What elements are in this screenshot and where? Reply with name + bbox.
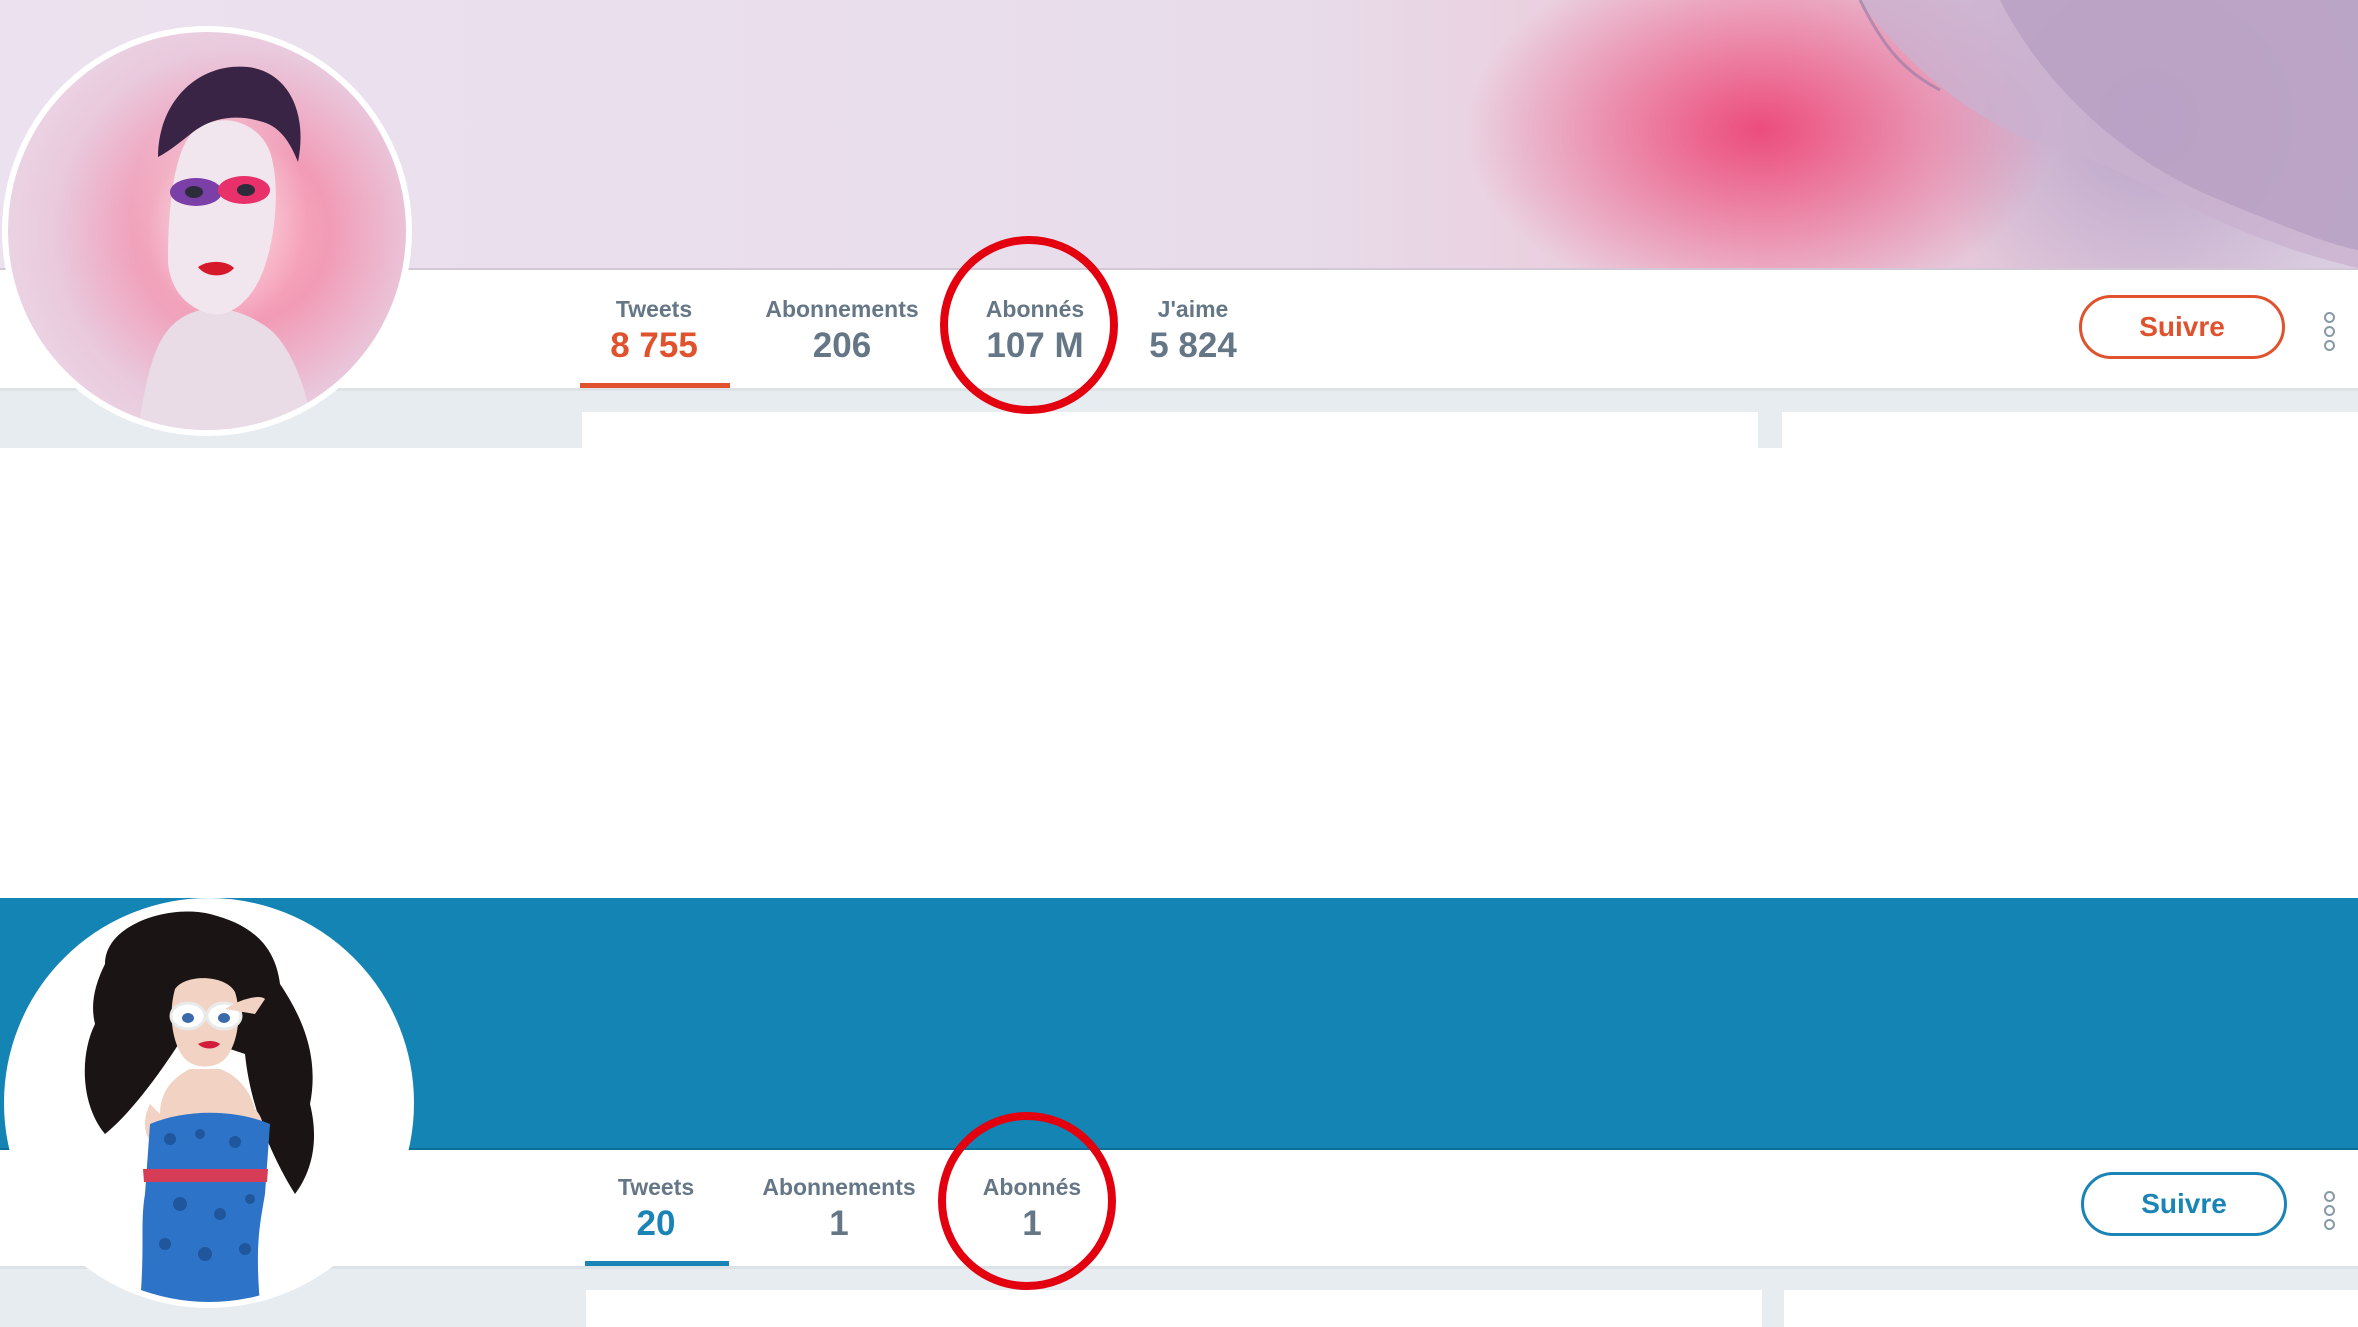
avatar-photo bbox=[138, 66, 313, 430]
sidebar-card bbox=[1782, 412, 2358, 448]
tab-label: J'aime bbox=[1157, 296, 1229, 322]
highlight-circle bbox=[938, 1112, 1116, 1290]
highlight-circle bbox=[940, 236, 1118, 414]
timeline-card bbox=[586, 1290, 1762, 1327]
sidebar-card bbox=[1784, 1290, 2358, 1327]
more-options-icon[interactable] bbox=[2323, 1191, 2337, 1230]
tab-value: 206 bbox=[812, 326, 872, 365]
tab-value: 20 bbox=[636, 1204, 676, 1243]
tab-value: 8 755 bbox=[610, 326, 698, 365]
profile-header-top: Tweets 8 755 Abonnements 206 Abonnés 107… bbox=[0, 0, 2358, 448]
avatar[interactable] bbox=[2, 26, 412, 436]
follow-button[interactable]: Suivre bbox=[2079, 295, 2285, 359]
active-tab-indicator bbox=[580, 383, 730, 388]
avatar[interactable] bbox=[4, 898, 414, 1308]
tab-label: Tweets bbox=[615, 296, 693, 322]
follow-button[interactable]: Suivre bbox=[2081, 1172, 2287, 1236]
tab-value: 1 bbox=[829, 1204, 849, 1243]
avatar-photo bbox=[84, 911, 315, 1302]
tab-value: 5 824 bbox=[1149, 326, 1237, 365]
tab-label: Abonnements bbox=[762, 1174, 916, 1200]
tab-tweets[interactable]: Tweets 8 755 bbox=[574, 296, 734, 366]
timeline-card bbox=[582, 412, 1758, 448]
profile-header-bottom: Tweets 20 Abonnements 1 Abonnés 1 Suivre bbox=[0, 898, 2358, 1327]
active-tab-indicator bbox=[585, 1261, 729, 1266]
tab-label: Tweets bbox=[617, 1174, 695, 1200]
tab-label: Abonnements bbox=[765, 296, 919, 322]
more-options-icon[interactable] bbox=[2323, 312, 2337, 351]
tab-following[interactable]: Abonnements 1 bbox=[759, 1174, 919, 1244]
tab-tweets[interactable]: Tweets 20 bbox=[576, 1174, 736, 1244]
tab-following[interactable]: Abonnements 206 bbox=[762, 296, 922, 366]
tab-likes[interactable]: J'aime 5 824 bbox=[1113, 296, 1273, 366]
